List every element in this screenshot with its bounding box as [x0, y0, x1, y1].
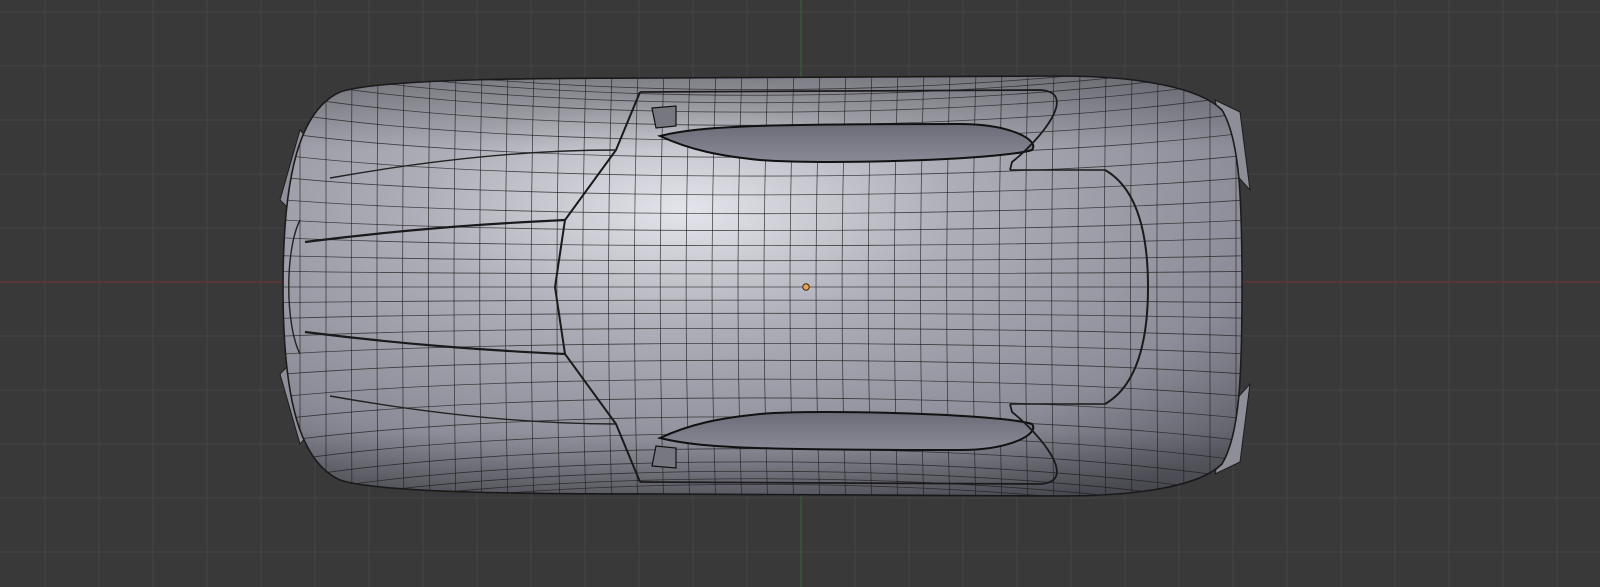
3d-viewport[interactable] [0, 0, 1600, 587]
car-mesh-object[interactable] [270, 52, 1260, 522]
side-mirror-left [651, 105, 677, 129]
object-origin-point[interactable] [802, 283, 810, 291]
viewport-canvas[interactable] [0, 0, 1600, 587]
side-mirror-right [651, 445, 677, 469]
